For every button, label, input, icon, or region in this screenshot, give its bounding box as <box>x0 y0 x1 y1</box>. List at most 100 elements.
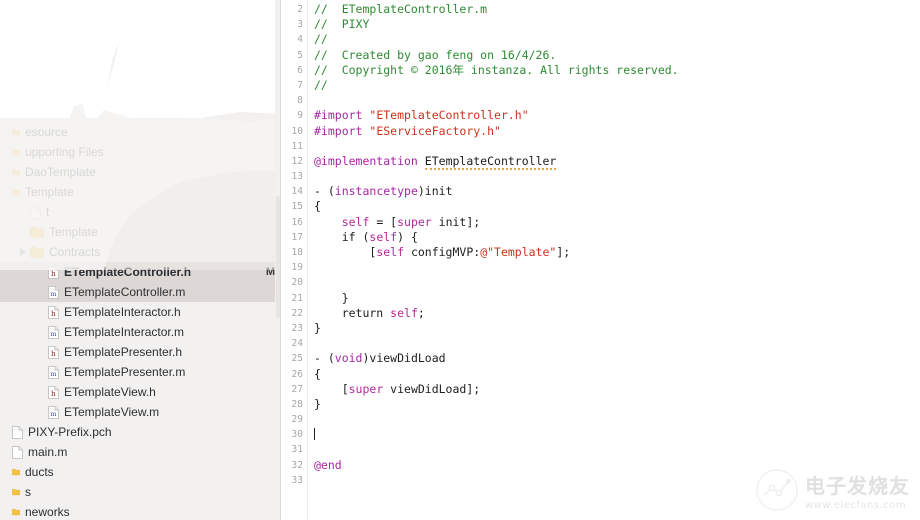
editor-code-area[interactable]: // ETemplateController.m// PIXY//// Crea… <box>308 0 920 520</box>
navigator-item-etemplatepresenter-h[interactable]: h ETemplatePresenter.h <box>0 342 281 362</box>
file-plain-icon <box>12 445 23 459</box>
navigator-editor-divider[interactable] <box>280 0 281 520</box>
navigator-item-neworks[interactable]: neworks <box>0 502 281 520</box>
code-line[interactable]: } <box>314 397 920 412</box>
navigator-item-ore[interactable]: ore <box>0 102 281 122</box>
code-line[interactable]: @end <box>314 458 920 473</box>
code-line[interactable]: self = [super init]; <box>314 215 920 230</box>
navigator-item-daotemplate[interactable]: DaoTemplate <box>0 162 281 182</box>
code-token-kw2: self <box>369 229 398 244</box>
code-line[interactable]: [self configMVP:@"Template"]; <box>314 245 920 260</box>
navigator-item-ao[interactable]: ao <box>0 82 281 102</box>
navigator-item-label: ETemplateView.h <box>64 385 156 399</box>
navigator-item-ommon[interactable]: ommon <box>0 22 281 42</box>
line-number-value: 5 <box>297 49 303 61</box>
code-line[interactable]: [super viewDidLoad]; <box>314 382 920 397</box>
folder-group-icon <box>12 126 20 138</box>
navigator-item-etemplateview-h[interactable]: h ETemplateView.h <box>0 382 281 402</box>
code-line[interactable]: @implementation ETemplateController <box>314 153 920 170</box>
code-line[interactable] <box>314 412 920 427</box>
line-number: 2 <box>281 2 308 17</box>
line-number-value: 32 <box>291 459 303 471</box>
line-number: 8 <box>281 93 308 108</box>
navigator-item-template[interactable]: Template <box>0 182 281 202</box>
code-line[interactable]: // Copyright © 2016年 instanza. All right… <box>314 63 920 78</box>
project-navigator[interactable]: Yommon pplication iz ao ore esource upporting … <box>0 0 281 520</box>
navigator-item-pixy-prefix-pch[interactable]: PIXY-Prefix.pch <box>0 422 281 442</box>
line-number-value: 12 <box>291 155 303 167</box>
code-line[interactable]: { <box>314 367 920 382</box>
navigator-item-s[interactable]: s <box>0 482 281 502</box>
code-line[interactable] <box>314 169 920 184</box>
code-line[interactable]: } <box>314 291 920 306</box>
code-line[interactable]: } <box>314 321 920 336</box>
line-number-value: 30 <box>291 429 303 441</box>
code-token-pre: #import <box>314 123 370 138</box>
code-line[interactable]: - (void)viewDidLoad <box>314 351 920 366</box>
navigator-item-etemplatecontroller-h[interactable]: h ETemplateController.h M <box>0 262 281 282</box>
source-file-icon: m <box>48 405 59 419</box>
code-line[interactable]: return self; <box>314 306 920 321</box>
navigator-item-contracts[interactable]: Contracts <box>0 242 281 262</box>
code-line[interactable] <box>314 275 920 290</box>
navigator-item-t[interactable]: t <box>0 202 281 222</box>
folder-group-icon <box>12 486 20 498</box>
code-line[interactable] <box>314 93 920 108</box>
navigator-item-etemplateinteractor-m[interactable]: m ETemplateInteractor.m <box>0 322 281 342</box>
navigator-item-etemplateview-m[interactable]: m ETemplateView.m <box>0 402 281 422</box>
navigator-item-label: Template <box>49 225 98 239</box>
header-file-icon: h <box>48 265 59 279</box>
code-line[interactable]: - (instancetype)init <box>314 184 920 199</box>
code-line[interactable] <box>314 442 920 457</box>
code-line[interactable] <box>314 139 920 154</box>
line-number-value: 9 <box>297 110 303 122</box>
code-line[interactable]: { <box>314 199 920 214</box>
code-line[interactable]: // <box>314 78 920 93</box>
source-editor[interactable]: 2 3 4 5 6 7 8 9 10 11 12 13 14 15 16 17 18 19 20 21 22 23 24 25… <box>281 0 920 520</box>
navigator-item-label: ETemplateView.m <box>64 405 160 419</box>
folder-group-icon <box>12 66 20 78</box>
code-token-plain: { <box>314 366 321 381</box>
code-token-plain: init]; <box>431 214 481 229</box>
code-token-cmt: // Created by gao feng on 16/4/26. <box>314 47 557 62</box>
code-token-cmt: // ETemplateController.m <box>314 2 488 16</box>
code-line[interactable]: // PIXY <box>314 17 920 32</box>
code-line[interactable]: // <box>314 32 920 47</box>
navigator-item-label: pplication <box>25 45 76 59</box>
code-line[interactable] <box>314 336 920 351</box>
code-line[interactable]: // ETemplateController.m <box>314 2 920 17</box>
navigator-item-pplication[interactable]: pplication <box>0 42 281 62</box>
navigator-item-etemplatecontroller-m[interactable]: m ETemplateController.m <box>0 282 281 302</box>
code-line[interactable]: if (self) { <box>314 230 920 245</box>
navigator-item-esource[interactable]: esource <box>0 122 281 142</box>
line-number-value: 6 <box>297 64 303 76</box>
navigator-item-etemplatepresenter-m[interactable]: m ETemplatePresenter.m <box>0 362 281 382</box>
line-number: 27 <box>281 382 308 397</box>
navigator-item-label: ETemplatePresenter.h <box>64 345 183 359</box>
line-number-value: 7 <box>297 79 303 91</box>
code-line[interactable]: #import "EServiceFactory.h" <box>314 124 920 139</box>
navigator-item-upporting-files[interactable]: upporting Files <box>0 142 281 162</box>
navigator-item-label: s <box>25 485 31 499</box>
folder-icon <box>30 226 44 238</box>
header-file-icon: h <box>48 345 59 359</box>
line-number: 24 <box>281 336 308 351</box>
navigator-item-template[interactable]: Template <box>0 222 281 242</box>
navigator-item-etemplateinteractor-h[interactable]: h ETemplateInteractor.h <box>0 302 281 322</box>
navigator-item-label: iz <box>25 65 34 79</box>
code-line[interactable]: #import "ETemplateController.h" <box>314 108 920 123</box>
code-token-plain: viewDidLoad]; <box>383 381 481 396</box>
code-line[interactable] <box>314 260 920 275</box>
navigator-item-iz[interactable]: iz <box>0 62 281 82</box>
navigator-item-ducts[interactable]: ducts <box>0 462 281 482</box>
code-line[interactable] <box>314 473 920 488</box>
navigator-item-y[interactable]: Y <box>0 2 281 22</box>
folder-icon <box>30 246 44 258</box>
project-navigator-list[interactable]: Yommon pplication iz ao ore esource upporting … <box>0 0 281 520</box>
navigator-item-main-m[interactable]: main.m <box>0 442 281 462</box>
code-line[interactable]: // Created by gao feng on 16/4/26. <box>314 48 920 63</box>
editor-gutter[interactable]: 2 3 4 5 6 7 8 9 10 11 12 13 14 15 16 17 18 19 20 21 22 23 24 25… <box>281 0 308 520</box>
code-token-plain: } <box>314 396 321 411</box>
scm-status-badge: M <box>265 266 275 278</box>
code-line[interactable] <box>314 427 920 442</box>
